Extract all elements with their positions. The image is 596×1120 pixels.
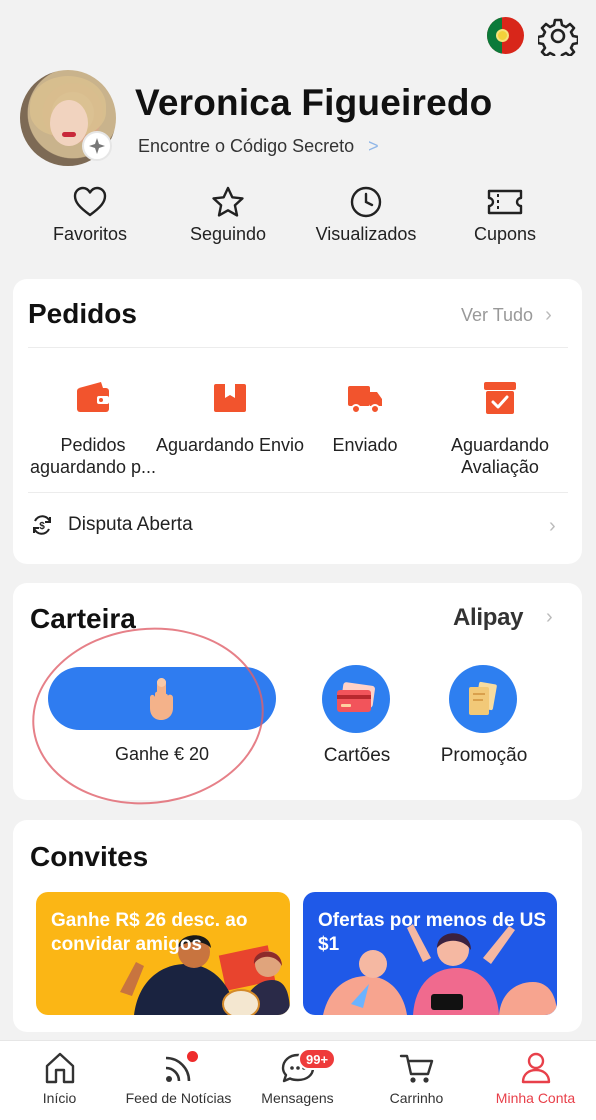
- wallet-title: Carteira: [30, 603, 136, 634]
- order-status-shipped[interactable]: Enviado: [290, 378, 440, 456]
- coupon-icon: [449, 665, 517, 733]
- quick-link-label: Cupons: [473, 224, 537, 244]
- wallet-icon: [73, 378, 113, 418]
- order-status-label: Enviado: [332, 435, 398, 455]
- nav-label: Mensagens: [261, 1090, 334, 1106]
- notification-dot: [187, 1051, 198, 1062]
- cards-label: Cartões: [323, 745, 391, 766]
- account-icon: [521, 1052, 550, 1084]
- quick-link-label: Seguindo: [189, 224, 267, 244]
- portugal-flag-icon[interactable]: [487, 17, 524, 54]
- nav-label: Minha Conta: [495, 1090, 576, 1106]
- nav-feed[interactable]: Feed de Notícias: [119, 1050, 238, 1106]
- chevron-right-icon: ›: [549, 515, 556, 537]
- cart-icon: [399, 1054, 433, 1083]
- user-name: Veronica Figueiredo: [135, 82, 493, 123]
- open-dispute-label: Disputa Aberta: [68, 514, 193, 535]
- nav-cart[interactable]: Carrinho: [357, 1050, 476, 1106]
- invite-friends-banner[interactable]: Ganhe R$ 26 desc. ao convidar amigos: [36, 892, 290, 1015]
- secret-code-label: Encontre o Código Secreto: [138, 136, 355, 156]
- alipay-logo[interactable]: Alipay: [453, 604, 524, 632]
- deals-banner[interactable]: Ofertas por menos de US $1: [303, 892, 557, 1015]
- order-status-awaiting-shipment[interactable]: Aguardando Envio: [155, 378, 305, 456]
- gear-icon[interactable]: [536, 16, 580, 62]
- invite-friends-text: Ganhe R$ 26 desc. ao convidar amigos: [51, 910, 248, 955]
- order-status-label: Aguardando Envio: [155, 435, 305, 455]
- chevron-right-icon: >: [368, 136, 379, 156]
- star-icon: [212, 186, 244, 217]
- nav-label: Feed de Notícias: [125, 1090, 232, 1106]
- orders-title: Pedidos: [28, 298, 137, 329]
- quick-link-favorites[interactable]: Favoritos: [20, 186, 160, 245]
- messages-badge: 99+: [298, 1048, 337, 1070]
- deals-text: Ofertas por menos de US $1: [318, 910, 547, 955]
- heart-icon: [73, 186, 107, 217]
- promotion-label: Promoção: [440, 745, 528, 766]
- quick-link-viewed[interactable]: Visualizados: [296, 186, 436, 245]
- nav-account[interactable]: Minha Conta: [476, 1050, 595, 1106]
- nav-label: Início: [42, 1090, 77, 1106]
- review-icon: [480, 378, 520, 418]
- see-all-label: Ver Tudo: [461, 305, 534, 325]
- order-status-label: Pedidos aguardando p...: [29, 435, 157, 477]
- quick-link-label: Favoritos: [52, 224, 128, 244]
- nav-home[interactable]: Início: [0, 1050, 119, 1106]
- order-status-awaiting-payment[interactable]: Pedidos aguardando p...: [18, 378, 168, 478]
- invites-title: Convites: [30, 841, 149, 872]
- order-status-awaiting-review[interactable]: Aguardando Avaliação: [425, 378, 575, 478]
- clock-icon: [350, 186, 382, 218]
- box-icon: [210, 378, 250, 418]
- home-icon: [45, 1052, 74, 1084]
- order-status-label: Aguardando Avaliação: [450, 435, 550, 477]
- quick-link-label: Visualizados: [315, 224, 417, 244]
- open-dispute-link[interactable]: $ Disputa Aberta: [30, 513, 193, 537]
- quick-link-coupons[interactable]: Cupons: [435, 186, 575, 245]
- divider: [28, 492, 568, 493]
- truck-icon: [345, 378, 385, 418]
- see-all-orders-link[interactable]: Ver Tudo ›: [461, 304, 552, 327]
- ticket-icon: [487, 189, 523, 215]
- chevron-right-icon: ›: [546, 606, 553, 628]
- dispute-icon: $: [33, 515, 51, 535]
- divider: [28, 347, 568, 348]
- promotion-button[interactable]: [449, 665, 519, 733]
- svg-text:$: $: [39, 521, 45, 532]
- sparkle-badge-icon: [82, 131, 112, 161]
- cards-button[interactable]: [322, 665, 392, 733]
- quick-link-following[interactable]: Seguindo: [158, 186, 298, 245]
- chevron-right-icon: ›: [545, 304, 552, 326]
- credit-card-icon: [322, 665, 390, 733]
- secret-code-link[interactable]: Encontre o Código Secreto >: [138, 136, 379, 157]
- nav-label: Carrinho: [389, 1090, 444, 1106]
